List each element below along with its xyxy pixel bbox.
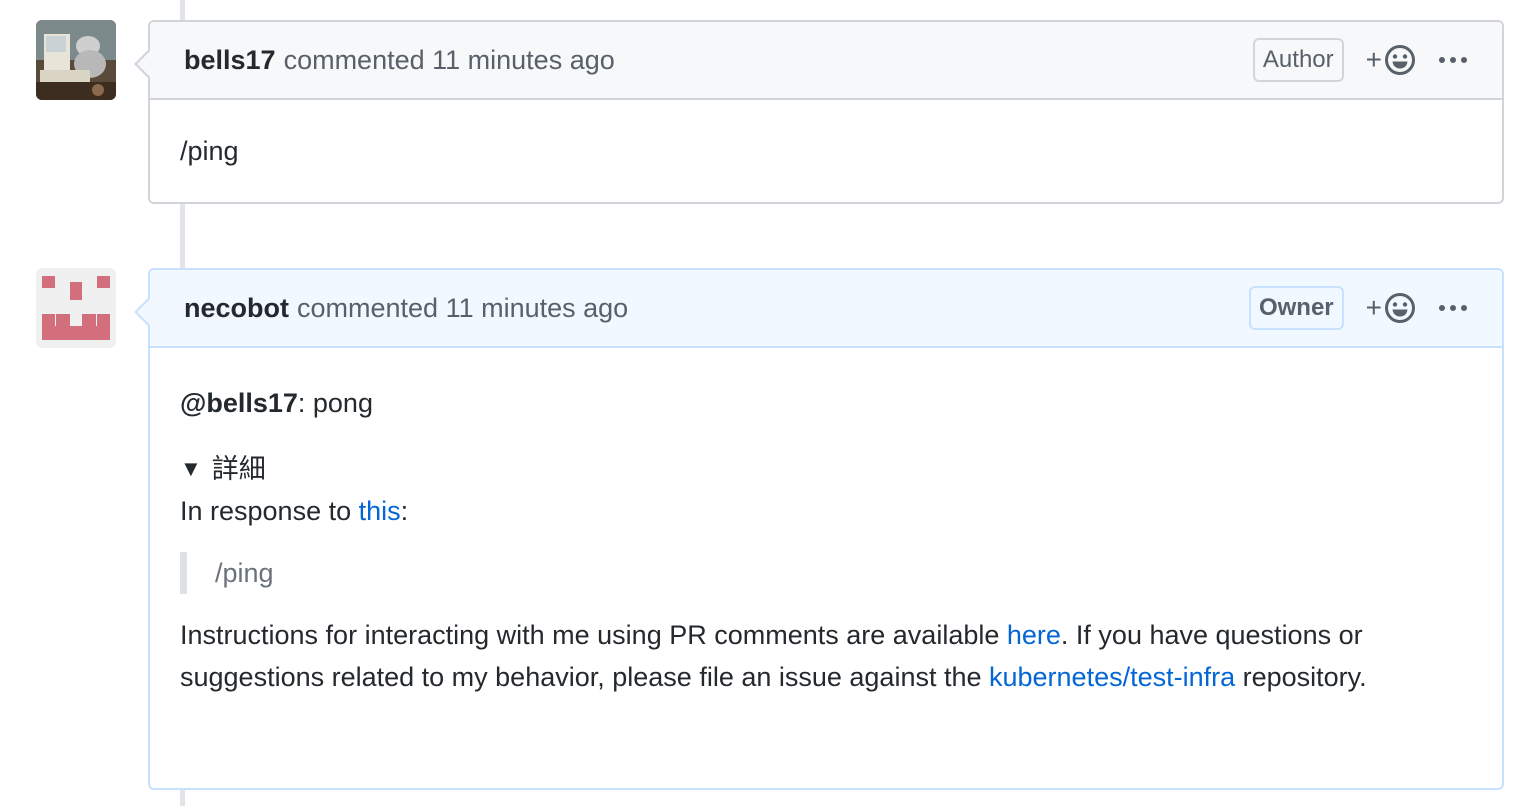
- details-toggle[interactable]: ▼ 詳細: [180, 448, 1472, 490]
- smiley-icon: [1385, 293, 1415, 323]
- author-badge: Author: [1252, 38, 1344, 82]
- reaction-plus: +: [1365, 44, 1382, 75]
- reply-text: : pong: [297, 388, 373, 418]
- owner-badge: Owner: [1248, 286, 1344, 330]
- response-line: In response to this:: [180, 490, 1472, 532]
- instructions-here-link[interactable]: here: [1007, 620, 1061, 650]
- response-prefix: In response to: [180, 496, 359, 526]
- timeline: bells17 commented 11 minutes ago Author …: [0, 0, 1532, 806]
- more-options-button[interactable]: [1438, 55, 1468, 65]
- triangle-down-icon: ▼: [180, 456, 202, 481]
- instructions-part-3: repository.: [1235, 662, 1367, 692]
- smiley-icon: [1385, 45, 1415, 75]
- identicon: [36, 268, 116, 348]
- response-suffix: :: [400, 496, 409, 526]
- comment-body: @bells17: pong ▼ 詳細 In response to this:…: [150, 348, 1502, 732]
- instructions-text: Instructions for interacting with me usi…: [180, 614, 1472, 698]
- comment-author[interactable]: necobot: [184, 293, 289, 324]
- kebab-horizontal-icon: [1439, 305, 1467, 311]
- comment-text: /ping: [180, 136, 239, 166]
- comment-author[interactable]: bells17: [184, 45, 276, 76]
- more-options-button[interactable]: [1438, 303, 1468, 313]
- reaction-plus: +: [1365, 292, 1382, 323]
- comment-actions: Owner +: [1248, 286, 1468, 330]
- quote-text: /ping: [215, 558, 274, 588]
- comment-timestamp[interactable]: commented 11 minutes ago: [284, 45, 615, 76]
- avatar-necobot[interactable]: [36, 268, 116, 348]
- avatar-photo: [36, 20, 116, 100]
- test-infra-repo-link[interactable]: kubernetes/test-infra: [989, 662, 1235, 692]
- details-label: 詳細: [211, 454, 266, 484]
- response-link[interactable]: this: [359, 496, 401, 526]
- add-reaction-button[interactable]: +: [1366, 44, 1416, 76]
- avatar-bells17[interactable]: [36, 20, 116, 100]
- add-reaction-button[interactable]: +: [1366, 292, 1416, 324]
- comment-actions: Author +: [1252, 38, 1468, 82]
- comment-necobot: necobot commented 11 minutes ago Owner +: [134, 268, 1504, 790]
- comment-caret: [134, 48, 151, 80]
- kebab-horizontal-icon: [1439, 57, 1467, 63]
- comment-body: /ping: [150, 100, 1502, 206]
- reply-line: @bells17: pong: [180, 382, 1472, 424]
- user-mention[interactable]: @bells17: [180, 388, 298, 418]
- comment-caret: [134, 296, 151, 328]
- comment-timestamp[interactable]: commented 11 minutes ago: [297, 293, 628, 324]
- comment-header: bells17 commented 11 minutes ago Author …: [150, 22, 1502, 100]
- instructions-part-1: Instructions for interacting with me usi…: [180, 620, 1007, 650]
- quoted-command: /ping: [180, 552, 1472, 594]
- comment-header: necobot commented 11 minutes ago Owner +: [150, 270, 1502, 348]
- comment-bells17: bells17 commented 11 minutes ago Author …: [134, 20, 1504, 206]
